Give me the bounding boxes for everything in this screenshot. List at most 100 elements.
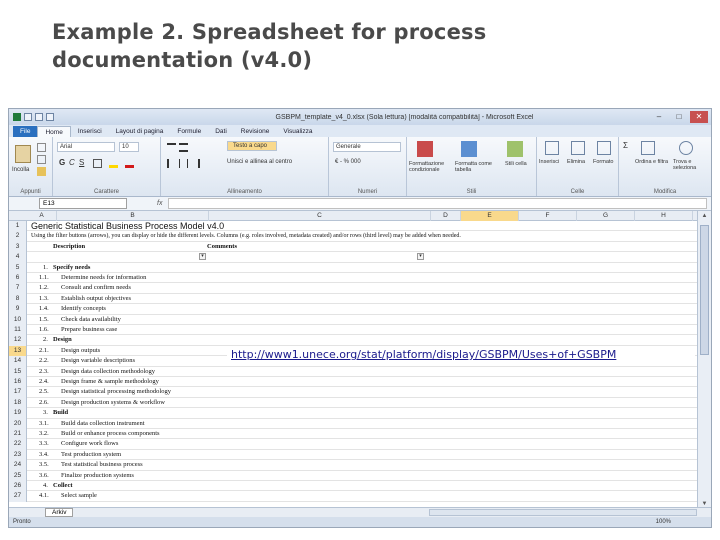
gsbpm-uses-link[interactable]: http://www1.unece.org/stat/platform/disp… [227, 346, 695, 364]
format-as-table-icon[interactable] [461, 141, 477, 157]
insert-cells-button[interactable]: Inserisci [539, 159, 559, 165]
row-header[interactable]: 19 [9, 408, 27, 419]
row-header[interactable]: 13 [9, 345, 27, 357]
row-header[interactable]: 7 [9, 283, 27, 294]
zoom-level[interactable]: 100% [656, 519, 671, 525]
row-header[interactable]: 2 [9, 231, 27, 242]
table-row[interactable]: 3.3. Configure work flows [27, 439, 699, 450]
autosum-button[interactable]: Σ [623, 141, 628, 150]
table-row[interactable]: 2.4. Design frame & sample methodology [27, 377, 699, 388]
undo-icon[interactable] [35, 113, 43, 121]
bold-button[interactable]: G [59, 158, 65, 167]
tab-file[interactable]: File [13, 126, 38, 137]
sheet-tab[interactable]: Arkiv [45, 508, 74, 517]
tab-view[interactable]: Visualizza [276, 126, 319, 137]
paste-button[interactable]: Incolla [12, 167, 29, 173]
table-row[interactable]: 1.5. Check data availability [27, 315, 699, 325]
vertical-scrollbar[interactable]: ▲ ▼ [697, 211, 711, 509]
row-header[interactable]: 17 [9, 387, 27, 398]
fill-color-icon[interactable] [109, 159, 118, 168]
tab-page-layout[interactable]: Layout di pagina [109, 126, 171, 137]
row-header[interactable]: 20 [9, 418, 27, 429]
row-header[interactable]: 18 [9, 397, 27, 409]
table-row[interactable]: Generic Statistical Business Process Mod… [27, 221, 699, 232]
column-header-g[interactable]: G [577, 211, 635, 221]
format-cells-button[interactable]: Formato [593, 159, 613, 165]
close-button[interactable]: ✕ [690, 111, 708, 123]
row-header[interactable]: 1 [9, 221, 27, 232]
table-row[interactable]: 2.6. Design production systems & workflow [27, 398, 699, 409]
scroll-up-arrow-icon[interactable]: ▲ [698, 211, 711, 221]
find-select-icon[interactable] [679, 141, 693, 155]
tab-formulas[interactable]: Formule [170, 126, 208, 137]
table-row[interactable]: 1.2. Consult and confirm needs [27, 283, 699, 294]
column-header-c[interactable]: C [209, 211, 431, 221]
table-row[interactable]: 3. Build [27, 408, 699, 419]
row-header[interactable]: 10 [9, 314, 27, 325]
table-row[interactable]: 1. Specify needs [27, 263, 699, 273]
row-header[interactable]: 14 [9, 356, 27, 367]
formula-input[interactable] [168, 198, 707, 209]
fx-icon[interactable]: fx [157, 200, 162, 207]
find-select-button[interactable]: Trova e seleziona [673, 159, 709, 171]
conditional-formatting-icon[interactable] [417, 141, 433, 157]
table-row[interactable]: 3.1. Build data collection instrument [27, 419, 699, 429]
row-header[interactable]: 16 [9, 377, 27, 388]
cell-styles-button[interactable]: Stili cella [505, 161, 535, 167]
table-row[interactable]: 1.6. Prepare business case [27, 325, 699, 336]
delete-cells-icon[interactable] [571, 141, 585, 155]
save-icon[interactable] [24, 113, 32, 121]
italic-button[interactable]: C [69, 158, 75, 167]
table-row[interactable]: Using the filter buttons (arrows), you c… [27, 231, 699, 242]
table-row[interactable]: 1.1. Determine needs for information [27, 273, 699, 284]
align-left-icon[interactable] [167, 159, 176, 168]
cut-icon[interactable] [37, 143, 46, 152]
currency-button[interactable]: € - % 000 [335, 159, 361, 165]
tab-review[interactable]: Revisione [234, 126, 277, 137]
filter-dropdown-icon[interactable]: ▾ [417, 253, 424, 261]
table-row[interactable]: 3.6. Finalize production systems [27, 471, 699, 481]
row-header[interactable]: 27 [9, 491, 27, 502]
table-row[interactable]: 4. Collect [27, 481, 699, 492]
format-as-table-button[interactable]: Formatta come tabella [455, 161, 495, 173]
format-cells-icon[interactable] [597, 141, 611, 155]
row-header[interactable]: 12 [9, 335, 27, 346]
row-header[interactable]: 4 [9, 252, 27, 263]
align-middle-icon[interactable] [179, 143, 188, 152]
name-box[interactable]: E13 [39, 198, 127, 209]
row-header[interactable]: 26 [9, 481, 27, 492]
column-header-e[interactable]: E [461, 211, 519, 221]
table-row[interactable]: 1.4. Identify concepts [27, 304, 699, 315]
column-header-a[interactable]: A [27, 211, 57, 221]
delete-cells-button[interactable]: Elimina [567, 159, 585, 165]
row-header[interactable]: 8 [9, 293, 27, 305]
column-header-b[interactable]: B [57, 211, 209, 221]
column-header-d[interactable]: D [431, 211, 461, 221]
row-header[interactable]: 6 [9, 273, 27, 284]
table-row[interactable]: 4.1. Select sample [27, 491, 699, 502]
row-header[interactable]: 9 [9, 304, 27, 315]
underline-button[interactable]: S [79, 158, 84, 167]
align-right-icon[interactable] [191, 159, 200, 168]
merge-center-button[interactable]: Unisci e allinea al centro [227, 159, 292, 165]
table-row[interactable]: 2. Design [27, 335, 699, 346]
tab-data[interactable]: Dati [208, 126, 234, 137]
paste-icon[interactable] [15, 145, 31, 163]
font-color-icon[interactable] [125, 159, 134, 168]
row-header[interactable]: 15 [9, 366, 27, 377]
table-row[interactable]: 1.3. Establish output objectives [27, 294, 699, 305]
align-center-icon[interactable] [179, 159, 188, 168]
table-row[interactable]: ▾ ▾ [27, 252, 699, 263]
row-header[interactable]: 5 [9, 262, 27, 273]
row-header[interactable]: 23 [9, 449, 27, 461]
cell-styles-icon[interactable] [507, 141, 523, 157]
table-row[interactable]: 2.3. Design data collection methodology [27, 367, 699, 377]
minimize-button[interactable]: – [650, 111, 668, 123]
row-header[interactable]: 24 [9, 460, 27, 471]
conditional-formatting-button[interactable]: Formattazione condizionale [409, 161, 453, 173]
table-row[interactable]: 3.4. Test production system [27, 450, 699, 461]
row-header[interactable]: 21 [9, 429, 27, 440]
tab-home[interactable]: Home [37, 126, 71, 137]
table-row[interactable]: Description Comments [27, 242, 699, 253]
borders-icon[interactable] [93, 159, 102, 168]
